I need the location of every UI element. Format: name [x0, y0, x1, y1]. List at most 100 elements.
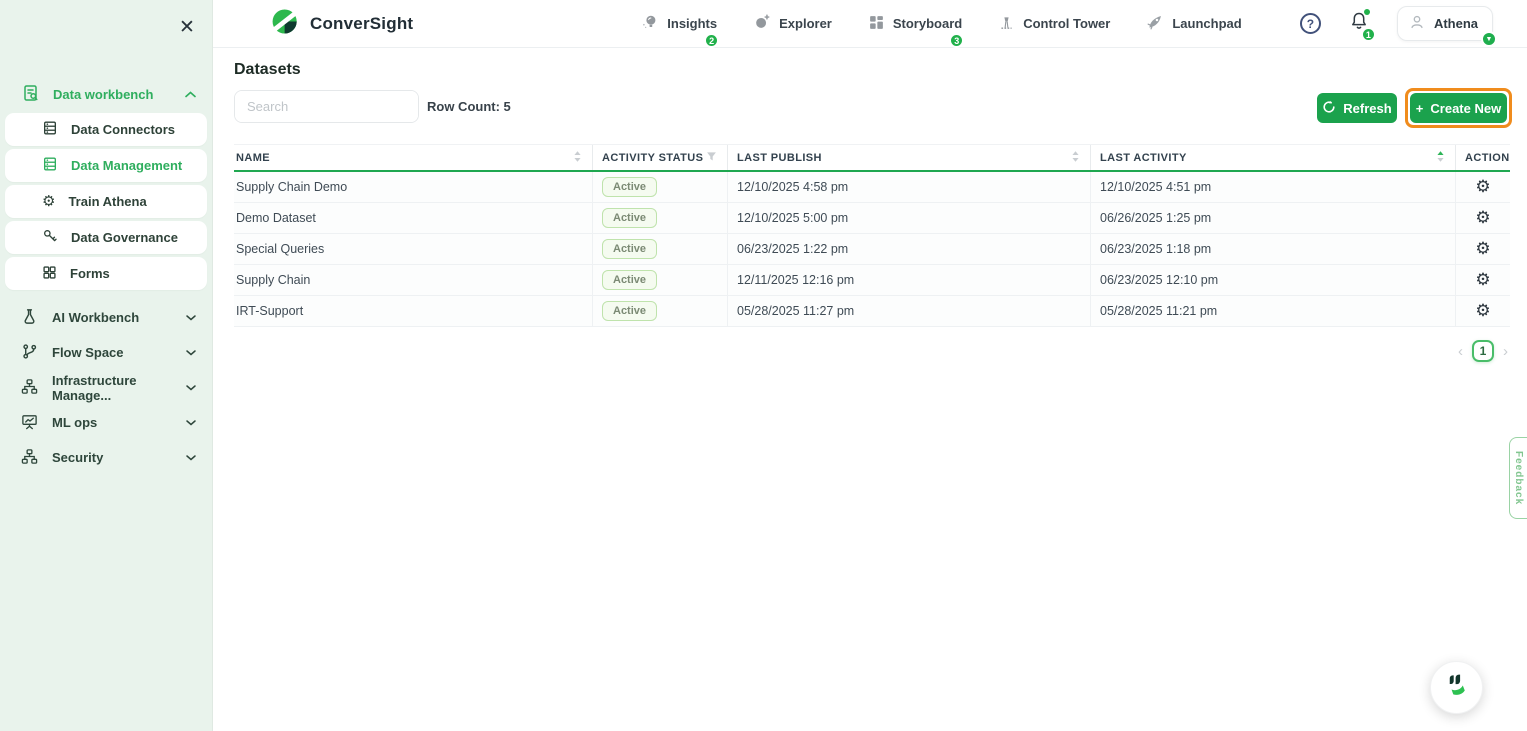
- presentation-chart-icon: [21, 413, 38, 433]
- sidebar-item-data-connectors[interactable]: Data Connectors: [5, 113, 207, 146]
- sidebar-item-label: Data Management: [71, 158, 182, 173]
- chevron-down-icon: [186, 350, 196, 356]
- gear-icon[interactable]: ⚙: [1475, 179, 1490, 196]
- cell-last-publish: 06/23/2025 1:22 pm: [727, 234, 1090, 264]
- cell-last-activity: 06/23/2025 12:10 pm: [1090, 265, 1455, 295]
- cell-last-activity: 06/23/2025 1:18 pm: [1090, 234, 1455, 264]
- flask-icon: [21, 308, 38, 328]
- brand-name: ConverSight: [310, 14, 413, 34]
- sidebar-group-flow-space[interactable]: Flow Space: [0, 335, 212, 370]
- table-row[interactable]: IRT-Support Active 05/28/2025 11:27 pm 0…: [234, 296, 1510, 327]
- refresh-button[interactable]: Refresh: [1317, 93, 1397, 123]
- column-header-action: ACTION: [1455, 145, 1510, 170]
- sort-asc-icon[interactable]: [1436, 150, 1445, 166]
- sidebar-group-data-workbench[interactable]: Data workbench: [0, 79, 212, 113]
- cell-name: Demo Dataset: [234, 203, 592, 233]
- cell-last-activity: 05/28/2025 11:21 pm: [1090, 296, 1455, 326]
- top-bar-actions: ? 1 Athena ▼: [1300, 6, 1493, 41]
- cell-action: ⚙: [1455, 234, 1510, 264]
- help-icon[interactable]: ?: [1300, 13, 1321, 34]
- launchpad-rocket-icon: [1146, 13, 1164, 34]
- cell-status: Active: [592, 172, 727, 202]
- search-input[interactable]: [235, 91, 419, 122]
- sidebar-group-ai-workbench[interactable]: AI Workbench: [0, 300, 212, 335]
- pagination-prev-icon[interactable]: ‹: [1458, 344, 1463, 359]
- key-icon: [42, 228, 58, 247]
- table-row[interactable]: Supply Chain Demo Active 12/10/2025 4:58…: [234, 172, 1510, 203]
- sort-icon[interactable]: [1071, 150, 1080, 166]
- pagination: ‹ 1 ›: [1458, 340, 1508, 362]
- cell-last-publish: 12/10/2025 4:58 pm: [727, 172, 1090, 202]
- cell-action: ⚙: [1455, 265, 1510, 295]
- status-badge: Active: [602, 270, 657, 290]
- cell-name: Supply Chain Demo: [234, 172, 592, 202]
- sidebar-groups: AI Workbench Flow Space: [0, 300, 212, 475]
- status-badge: Active: [602, 208, 657, 228]
- nav-item-launchpad[interactable]: Launchpad: [1146, 13, 1241, 34]
- cell-last-activity: 06/26/2025 1:25 pm: [1090, 203, 1455, 233]
- nav-badge: 3: [949, 33, 964, 48]
- gear-icon[interactable]: ⚙: [1475, 303, 1490, 320]
- nav-item-control-tower[interactable]: Control Tower: [998, 13, 1110, 34]
- search-box: [234, 90, 419, 123]
- gear-icon[interactable]: ⚙: [1475, 272, 1490, 289]
- table-row[interactable]: Special Queries Active 06/23/2025 1:22 p…: [234, 234, 1510, 265]
- sidebar-group-security[interactable]: Security: [0, 440, 212, 475]
- nav-item-explorer[interactable]: Explorer: [753, 13, 832, 34]
- database-icon: [42, 156, 58, 175]
- cell-name: Supply Chain: [234, 265, 592, 295]
- sidebar-item-label: Data Governance: [71, 230, 178, 245]
- table-row[interactable]: Supply Chain Active 12/11/2025 12:16 pm …: [234, 265, 1510, 296]
- status-badge: Active: [602, 301, 657, 321]
- cell-action: ⚙: [1455, 203, 1510, 233]
- feedback-tab[interactable]: Feedback: [1509, 437, 1527, 519]
- chevron-down-icon: [186, 455, 196, 461]
- status-badge: Active: [602, 239, 657, 259]
- sidebar-item-forms[interactable]: Forms: [5, 257, 207, 290]
- pagination-page-1[interactable]: 1: [1472, 340, 1494, 362]
- column-header-activity-status[interactable]: ACTIVITY STATUS: [592, 145, 727, 170]
- cell-action: ⚙: [1455, 172, 1510, 202]
- unread-dot: [1364, 9, 1370, 15]
- notifications-bell-icon[interactable]: 1: [1349, 11, 1369, 36]
- sidebar-item-label: Train Athena: [68, 194, 146, 209]
- sidebar-close-icon[interactable]: ✕: [174, 14, 200, 40]
- column-header-name[interactable]: NAME: [234, 145, 592, 170]
- nav-item-insights[interactable]: Insights 2: [641, 13, 717, 34]
- sidebar-item-train-athena[interactable]: ⚙ Train Athena: [5, 185, 207, 218]
- sidebar-group-infrastructure-management[interactable]: Infrastructure Manage...: [0, 370, 212, 405]
- filter-icon[interactable]: [706, 151, 717, 165]
- brand-logo[interactable]: ConverSight: [270, 6, 413, 42]
- table-row[interactable]: Demo Dataset Active 12/10/2025 5:00 pm 0…: [234, 203, 1510, 234]
- main-content: Datasets Row Count: 5 Refresh + Create N…: [213, 48, 1527, 731]
- nav-item-storyboard[interactable]: Storyboard 3: [868, 13, 962, 34]
- gear-icon[interactable]: ⚙: [1475, 210, 1490, 227]
- pagination-next-icon[interactable]: ›: [1503, 344, 1508, 359]
- column-header-last-publish[interactable]: LAST PUBLISH: [727, 145, 1090, 170]
- chevron-down-icon: [186, 315, 196, 321]
- sidebar-item-data-management[interactable]: Data Management: [5, 149, 207, 182]
- table-header-row: NAME ACTIVITY STATUS LAST PUBLISH: [234, 144, 1510, 172]
- avatar-person-icon: [1408, 13, 1426, 34]
- sidebar-group-ml-ops[interactable]: ML ops: [0, 405, 212, 440]
- create-new-highlight: + Create New: [1405, 88, 1512, 128]
- gear-icon[interactable]: ⚙: [1475, 241, 1490, 258]
- page-title: Datasets: [234, 61, 301, 79]
- sidebar-group-label: Infrastructure Manage...: [52, 373, 172, 403]
- sidebar-group-label: Security: [52, 450, 103, 465]
- top-nav: Insights 2 Explorer Storyboard 3: [641, 13, 1241, 34]
- create-new-button[interactable]: + Create New: [1410, 93, 1507, 123]
- chat-assistant-button[interactable]: [1430, 661, 1483, 714]
- control-tower-icon: [998, 14, 1015, 34]
- sidebar-group-label: ML ops: [52, 415, 97, 430]
- sort-icon[interactable]: [573, 150, 582, 166]
- column-header-last-activity[interactable]: LAST ACTIVITY: [1090, 145, 1455, 170]
- sidebar-item-data-governance[interactable]: Data Governance: [5, 221, 207, 254]
- sidebar-group-label: AI Workbench: [52, 310, 139, 325]
- chevron-down-icon: [186, 420, 196, 426]
- nav-item-label: Storyboard: [893, 16, 962, 31]
- user-menu[interactable]: Athena ▼: [1397, 6, 1493, 41]
- cell-name: IRT-Support: [234, 296, 592, 326]
- sidebar-item-label: Data Connectors: [71, 122, 175, 137]
- sidebar: ✕ Data workbench Data Connectors: [0, 0, 213, 731]
